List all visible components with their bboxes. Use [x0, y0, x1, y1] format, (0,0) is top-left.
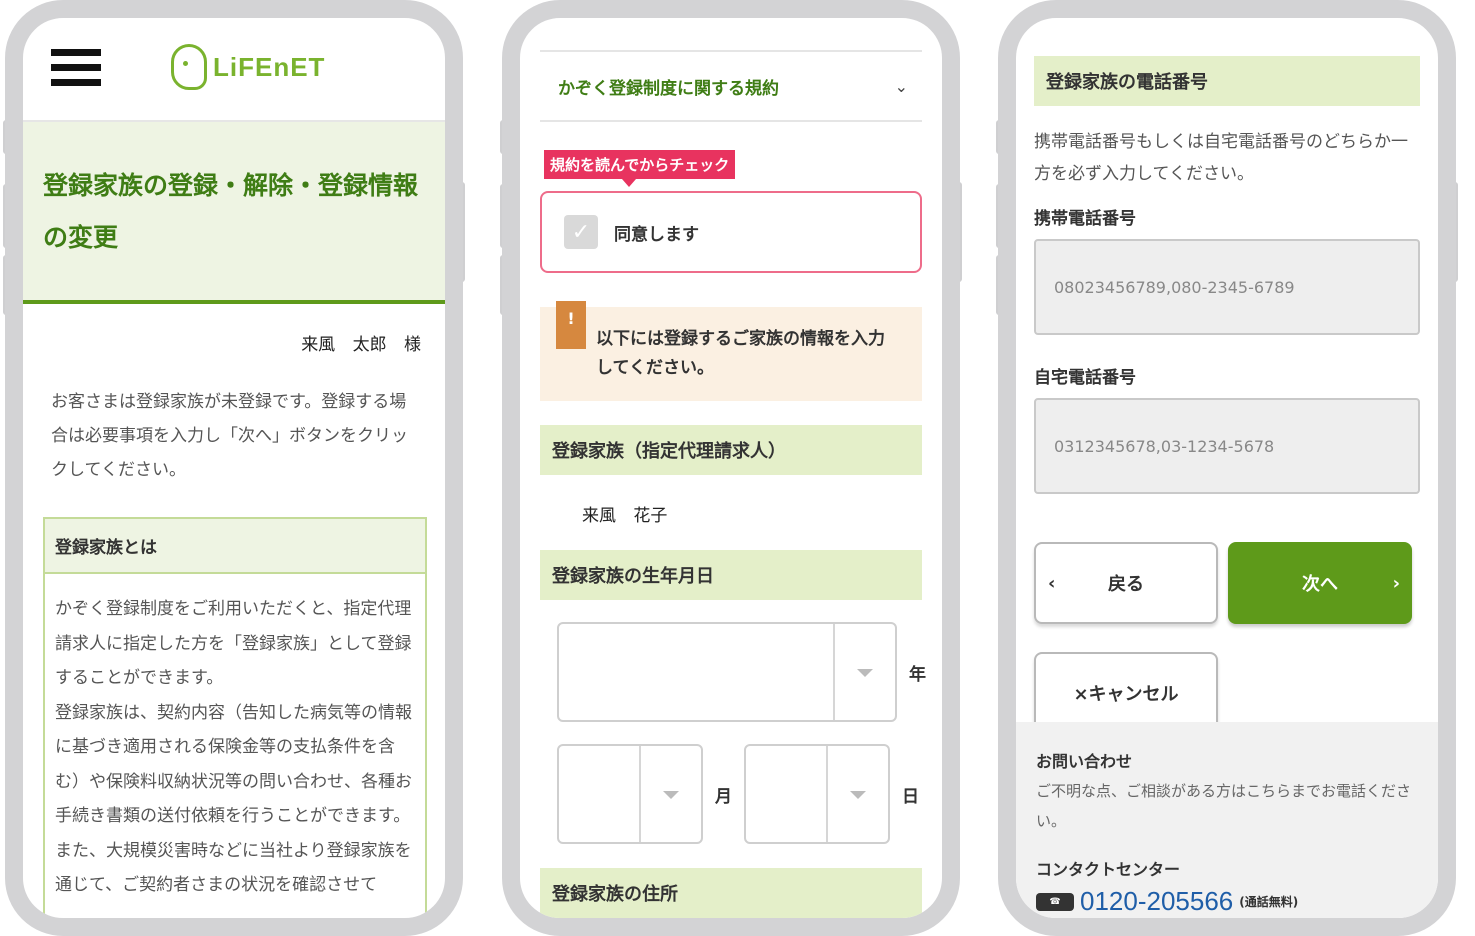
home-phone-input[interactable]: 0312345678,03-1234-5678: [1034, 398, 1420, 494]
phone-frame-3: 登録家族の電話番号 携帯電話番号もしくは自宅電話番号のどちらか一方を必ず入力して…: [996, 0, 1458, 936]
toll-free-note: (通話無料): [1239, 895, 1299, 909]
mobile-phone-input[interactable]: 08023456789,080-2345-6789: [1034, 239, 1420, 335]
select-divider: [833, 624, 835, 720]
info-paragraph: また、大規模災害時などに当社より登録家族を通じて、ご契約者さまの状況を確認させて: [55, 840, 412, 896]
contact-center-label: コンタクトセンター: [1036, 860, 1181, 879]
select-divider: [826, 746, 828, 842]
phone-frame-2: かぞく登録制度に関する規約 ⌄ 規約を読んでからチェック ✓ 同意します ! 以…: [500, 0, 962, 936]
check-icon: ✓: [571, 219, 591, 245]
agree-checkbox-row[interactable]: ✓ 同意します: [540, 191, 922, 273]
intro-text: お客さまは登録家族が未登録です。登録する場合は必要事項を入力し「次へ」ボタンをク…: [51, 392, 408, 480]
logo[interactable]: LiFEnET: [171, 44, 325, 90]
next-button-label: 次へ: [1302, 574, 1338, 595]
home-label: 自宅電話番号: [1034, 368, 1136, 388]
notice-text: 以下には登録するご家族の情報を入力してください。: [596, 329, 885, 378]
contact-title: お問い合わせ: [1036, 752, 1133, 771]
page-title: 登録家族の登録・解除・登録情報の変更: [43, 171, 419, 252]
phone-description: 携帯電話番号もしくは自宅電話番号のどちらか一方を必ず入力してください。: [1034, 132, 1408, 184]
section-birthday-heading: 登録家族の生年月日: [540, 550, 922, 600]
back-button[interactable]: ‹ 戻る: [1034, 542, 1218, 624]
terms-accordion-label: かぞく登録制度に関する規約: [558, 78, 779, 99]
contact-phone[interactable]: ☎ 0120-205566 (通話無料): [1036, 886, 1420, 917]
freedial-icon: ☎: [1036, 892, 1074, 911]
info-body: かぞく登録制度をご利用いただくと、指定代理請求人に指定した方を「登録家族」として…: [45, 574, 425, 918]
info-paragraph: かぞく登録制度をご利用いただくと、指定代理請求人に指定した方を「登録家族」として…: [55, 599, 412, 688]
birth-day-select[interactable]: [744, 744, 890, 844]
contact-phone-number[interactable]: 0120-205566: [1080, 886, 1233, 917]
check-tooltip: 規約を読んでからチェック: [544, 150, 736, 187]
agree-checkbox[interactable]: ✓: [564, 215, 598, 249]
page-title-banner: 登録家族の登録・解除・登録情報の変更: [23, 122, 445, 304]
user-name: 来風 太郎 様: [301, 335, 421, 355]
terms-accordion[interactable]: かぞく登録制度に関する規約 ⌄: [540, 52, 922, 122]
birth-year-select[interactable]: [557, 622, 897, 722]
next-button[interactable]: 次へ ›: [1228, 542, 1412, 624]
logo-text: LiFEnET: [213, 51, 326, 82]
phone-frame-1: LiFEnET 登録家族の登録・解除・登録情報の変更 来風 太郎 様 お客さまは…: [3, 0, 465, 936]
logo-mark-icon: [171, 44, 207, 90]
chevron-right-icon: ›: [1392, 572, 1400, 594]
section-address-heading: 登録家族の住所: [540, 868, 922, 918]
chevron-down-icon: ⌄: [894, 76, 908, 96]
dropdown-arrow-icon: [663, 791, 679, 799]
notice-box: ! 以下には登録するご家族の情報を入力してください。: [540, 301, 922, 401]
screen-family-registration: LiFEnET 登録家族の登録・解除・登録情報の変更 来風 太郎 様 お客さまは…: [23, 18, 445, 918]
info-box: 登録家族とは かぞく登録制度をご利用いただくと、指定代理請求人に指定した方を「登…: [43, 517, 427, 918]
menu-icon[interactable]: [51, 49, 101, 87]
screen-phone-form: 登録家族の電話番号 携帯電話番号もしくは自宅電話番号のどちらか一方を必ず入力して…: [1016, 18, 1438, 918]
family-name: 来風 花子: [582, 506, 668, 526]
day-unit: 日: [902, 786, 919, 807]
screen-family-form: かぞく登録制度に関する規約 ⌄ 規約を読んでからチェック ✓ 同意します ! 以…: [520, 18, 942, 918]
month-unit: 月: [715, 786, 732, 807]
agree-label: 同意します: [614, 224, 699, 245]
dropdown-arrow-icon: [850, 791, 866, 799]
year-unit: 年: [909, 664, 926, 685]
select-divider: [639, 746, 641, 842]
info-paragraph: 登録家族は、契約内容（告知した病気等の情報に基づき適用される保険金等の支払条件を…: [55, 702, 412, 827]
mobile-label: 携帯電話番号: [1034, 209, 1136, 229]
info-heading: 登録家族とは: [45, 519, 425, 574]
contact-text: ご不明な点、ご相談がある方はこちらまでお電話ください。: [1036, 782, 1412, 830]
chevron-left-icon: ‹: [1048, 572, 1056, 594]
contact-section: お問い合わせ ご不明な点、ご相談がある方はこちらまでお電話ください。 コンタクト…: [1016, 722, 1438, 918]
back-button-label: 戻る: [1108, 574, 1144, 595]
section-family-heading: 登録家族（指定代理請求人）: [540, 425, 922, 475]
birth-month-select[interactable]: [557, 744, 703, 844]
dropdown-arrow-icon: [857, 669, 873, 677]
section-phone-heading: 登録家族の電話番号: [1034, 56, 1420, 106]
site-header: LiFEnET: [23, 18, 445, 122]
warning-icon: !: [556, 301, 586, 349]
